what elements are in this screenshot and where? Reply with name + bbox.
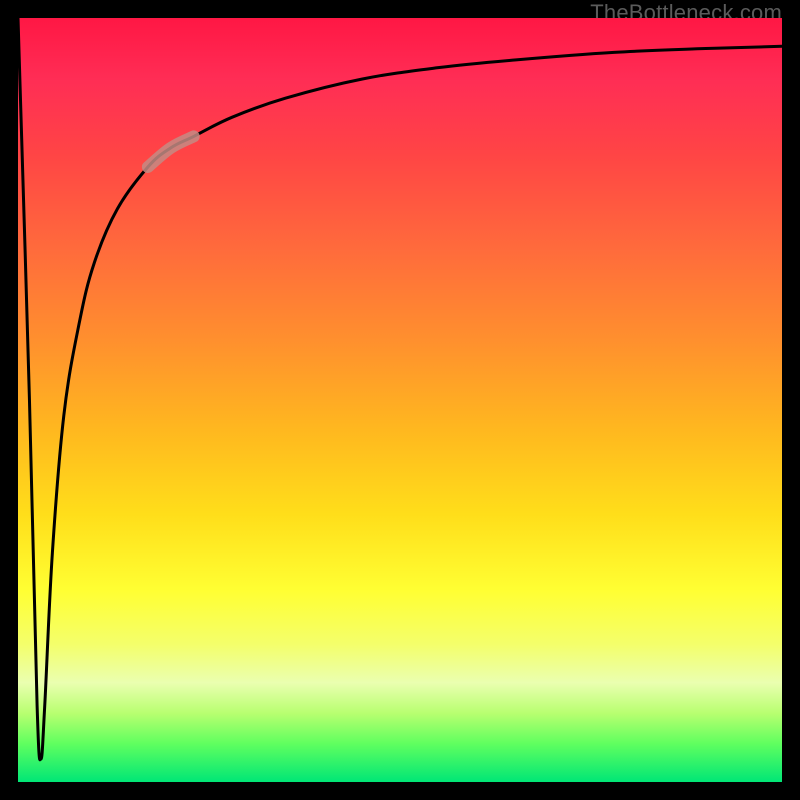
curve-line — [18, 18, 782, 760]
curve-highlight-segment — [148, 136, 194, 167]
chart-container: TheBottleneck.com — [0, 0, 800, 800]
bottleneck-curve — [18, 18, 782, 782]
plot-area — [18, 18, 782, 782]
